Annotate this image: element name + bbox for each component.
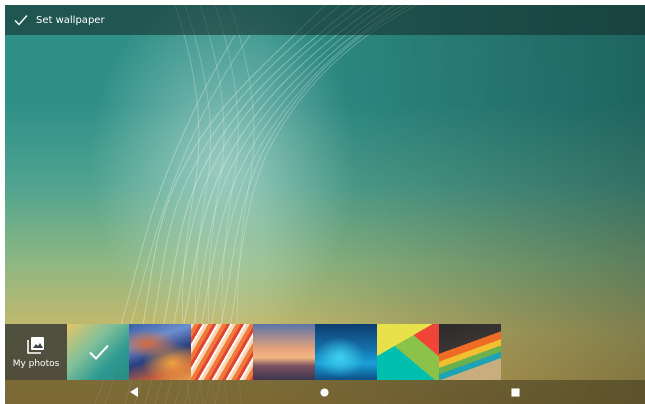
system-navigation-bar	[5, 380, 645, 404]
set-wallpaper-label: Set wallpaper	[36, 14, 105, 26]
top-action-bar: Set wallpaper	[5, 5, 645, 35]
selected-check-icon	[89, 344, 109, 360]
wallpaper-thumb-sunset-mountains[interactable]	[253, 324, 315, 380]
wallpaper-thumb-teal-waves[interactable]	[67, 324, 129, 380]
wallpaper-thumb-orange-stripes[interactable]	[191, 324, 253, 380]
back-button[interactable]	[114, 380, 154, 404]
my-photos-label: My photos	[12, 358, 60, 369]
wallpaper-picker-strip: My photos	[5, 324, 645, 380]
back-triangle-icon	[130, 387, 138, 397]
home-circle-icon	[319, 387, 329, 397]
wallpaper-thumb-material-shapes[interactable]	[377, 324, 439, 380]
wallpaper-thumb-underwater[interactable]	[315, 324, 377, 380]
my-photos-tile[interactable]: My photos	[5, 324, 67, 380]
recents-square-icon	[510, 387, 520, 397]
recents-button[interactable]	[495, 380, 535, 404]
check-icon	[14, 15, 28, 26]
photo-library-icon	[27, 336, 44, 354]
set-wallpaper-button[interactable]: Set wallpaper	[5, 5, 113, 35]
home-button[interactable]	[304, 380, 344, 404]
wallpaper-thumb-marble[interactable]	[129, 324, 191, 380]
wallpaper-preview: Set wallpaper My photos	[5, 5, 645, 404]
wallpaper-thumb-rainbow-stripes[interactable]	[439, 324, 501, 380]
